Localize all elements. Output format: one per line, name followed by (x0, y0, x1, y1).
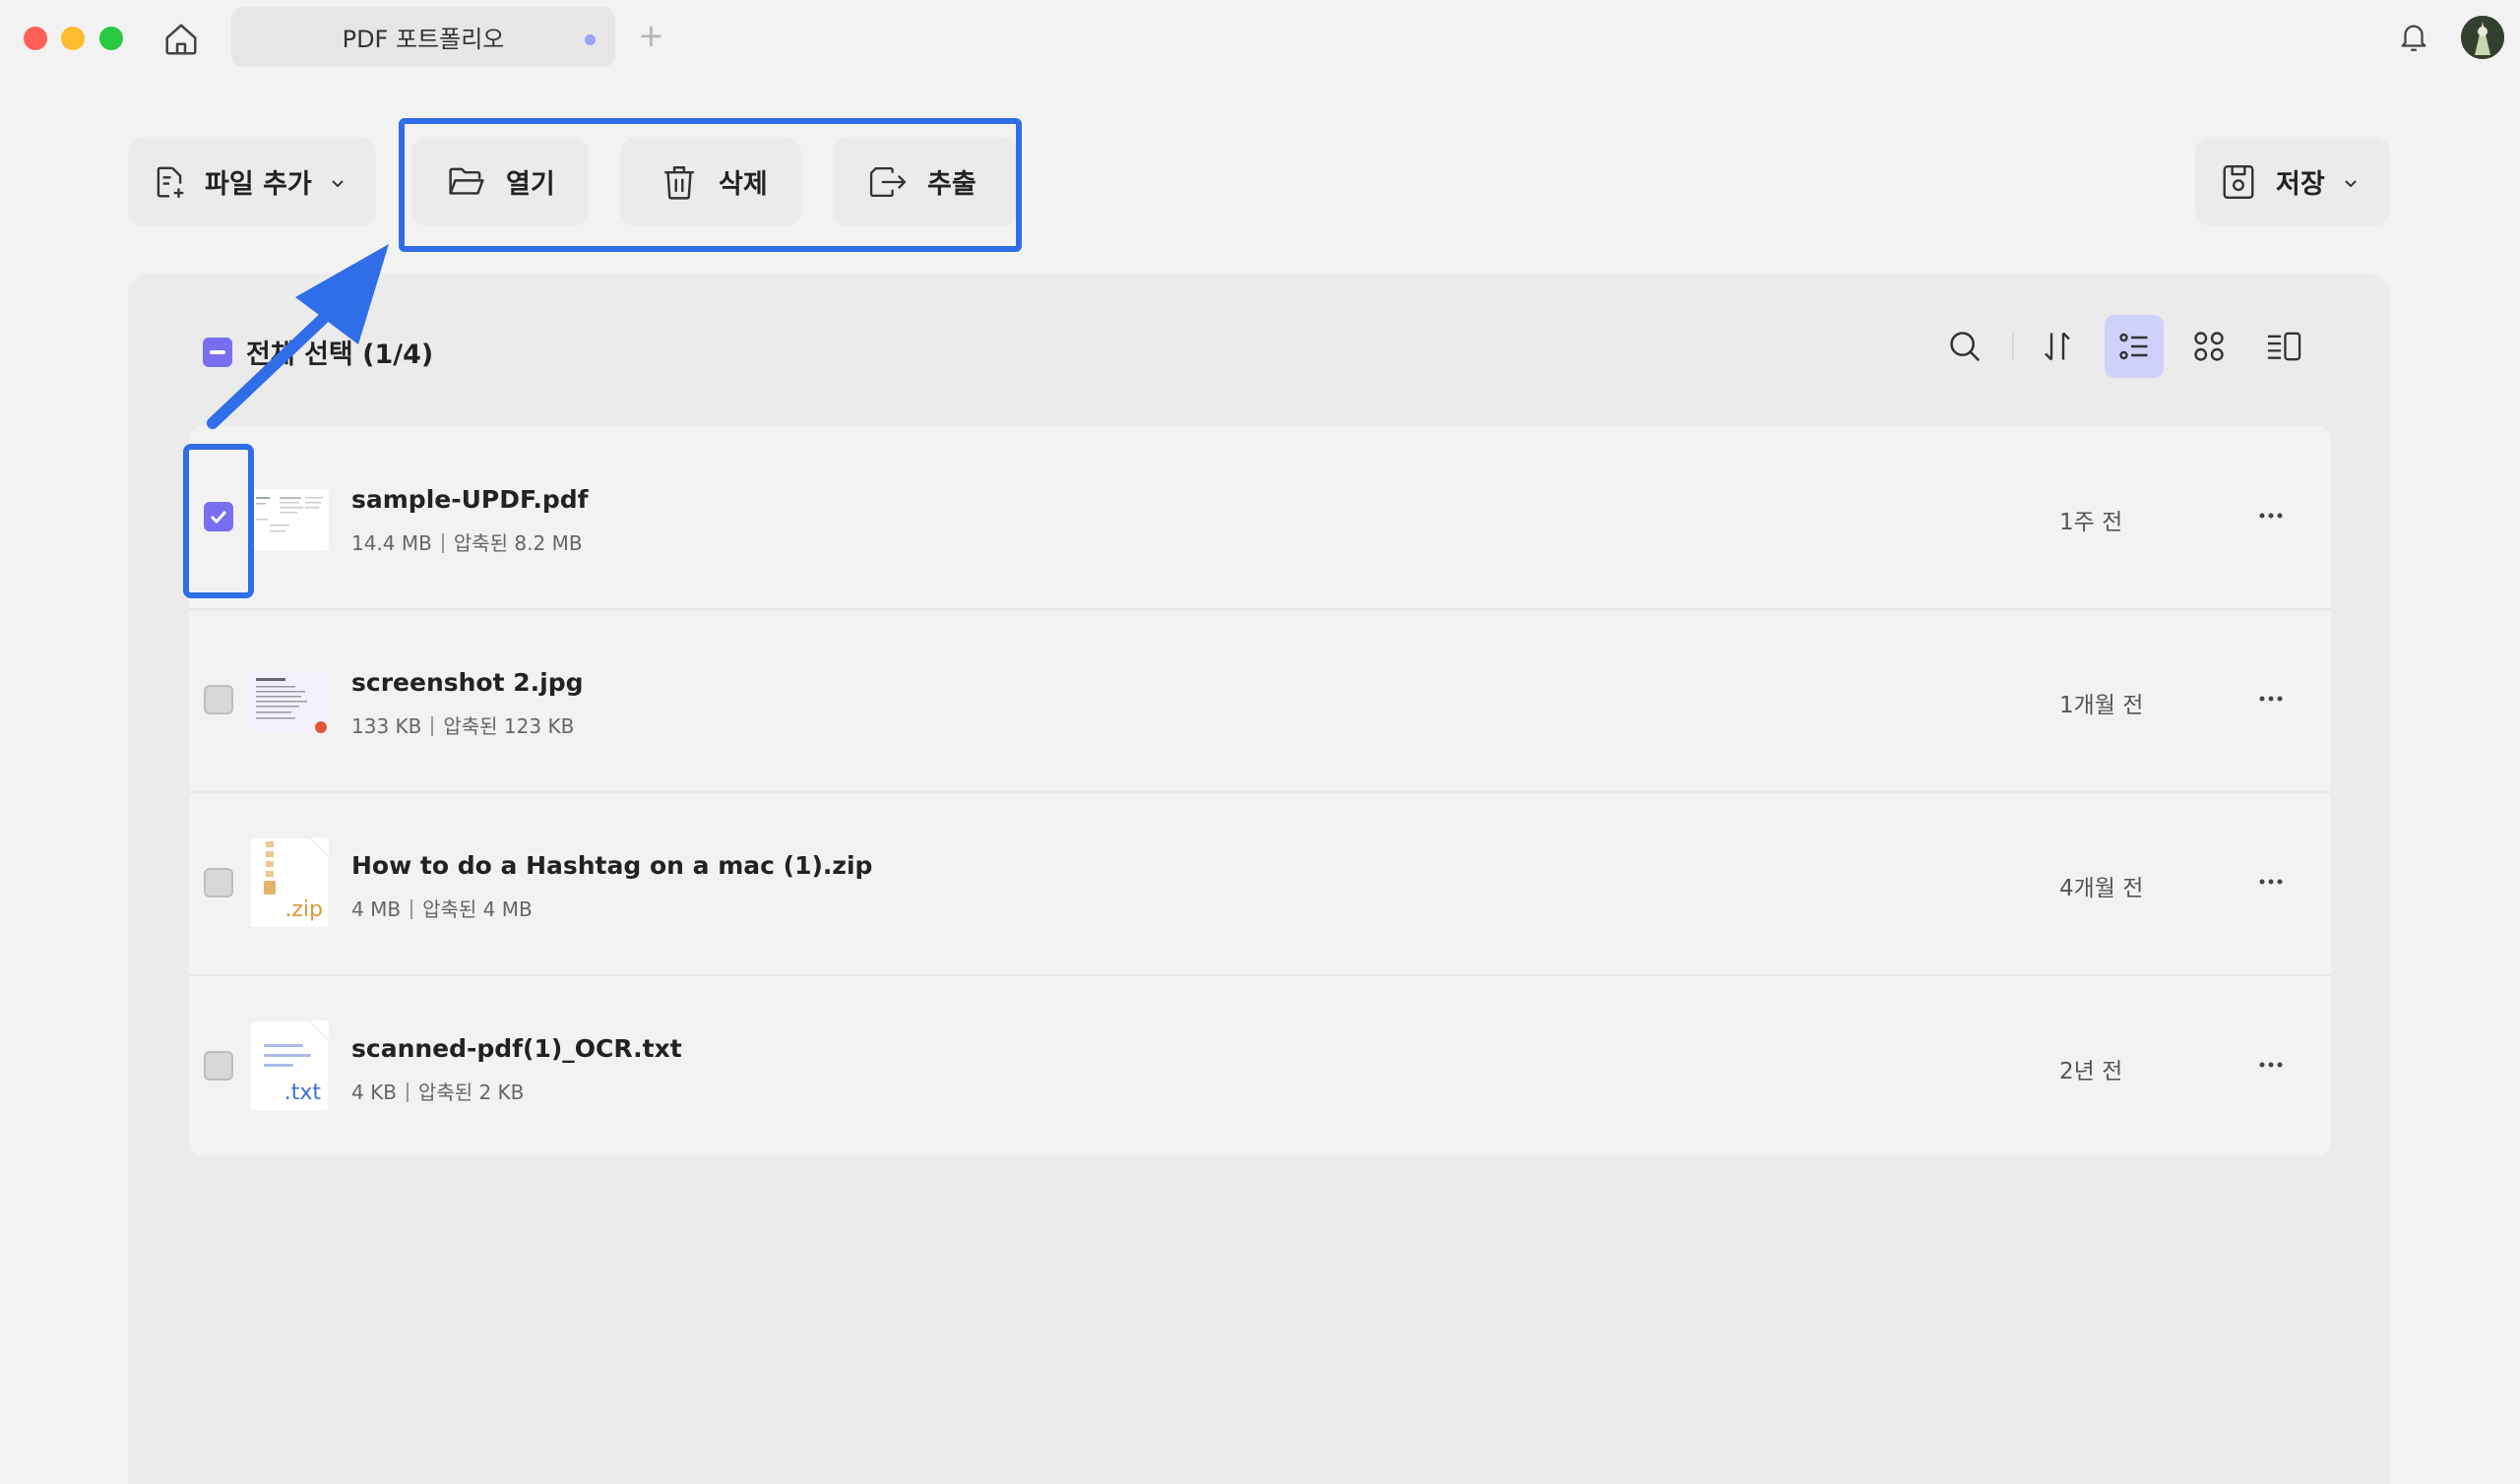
grid-view-icon[interactable] (2179, 315, 2238, 378)
list-view-icon[interactable] (2105, 315, 2164, 378)
minimize-window-button[interactable] (61, 27, 85, 50)
file-name: screenshot 2.jpg (351, 668, 584, 697)
file-size: 4 MB (351, 897, 402, 921)
close-window-button[interactable] (24, 27, 47, 50)
file-name: scanned-pdf(1)_OCR.txt (351, 1034, 682, 1063)
more-options-icon[interactable] (2246, 501, 2296, 530)
save-button[interactable]: 저장 (2195, 137, 2390, 226)
more-options-icon[interactable] (2246, 684, 2296, 713)
file-date: 1개월 전 (2059, 693, 2144, 718)
file-name: How to do a Hashtag on a mac (1).zip (351, 851, 873, 880)
txt-file-icon: .txt (250, 1020, 329, 1111)
more-options-icon[interactable] (2246, 1050, 2296, 1080)
file-checkbox[interactable] (204, 868, 233, 897)
save-icon (2219, 162, 2258, 202)
file-compressed-size: 압축된 2 KB (417, 1081, 525, 1104)
file-checkbox[interactable] (204, 685, 233, 714)
add-file-button[interactable]: 파일 추가 (128, 137, 376, 226)
zoom-window-button[interactable] (99, 27, 123, 50)
details-panel-icon[interactable] (2254, 315, 2313, 378)
avatar[interactable] (2461, 16, 2504, 59)
toolbar-highlight-annotation (399, 118, 1022, 252)
divider (2012, 333, 2014, 360)
sort-icon[interactable] (2028, 315, 2087, 378)
list-item[interactable]: .txt scanned-pdf(1)_OCR.txt 4 KB 압축된 2 KB… (189, 975, 2331, 1157)
file-size: 133 KB (351, 714, 422, 738)
file-meta: 133 KB 압축된 123 KB (351, 711, 574, 739)
save-label: 저장 (2276, 169, 2325, 200)
file-list: sample-UPDF.pdf 14.4 MB 압축된 8.2 MB 1주 전 (189, 426, 2331, 1156)
file-date: 2년 전 (2059, 1059, 2123, 1084)
file-compressed-size: 압축된 8.2 MB (453, 531, 583, 555)
bell-icon[interactable] (2394, 18, 2433, 57)
more-options-icon[interactable] (2246, 867, 2296, 897)
search-icon[interactable] (1935, 315, 1994, 378)
file-compressed-size: 압축된 4 MB (422, 897, 533, 921)
list-item[interactable]: sample-UPDF.pdf 14.4 MB 압축된 8.2 MB 1주 전 (189, 426, 2331, 608)
file-meta: 14.4 MB 압축된 8.2 MB (351, 527, 583, 556)
new-tab-button[interactable]: + (638, 20, 664, 51)
zip-file-icon: .zip (250, 837, 329, 928)
file-name: sample-UPDF.pdf (351, 485, 589, 514)
file-compressed-size: 압축된 123 KB (443, 714, 575, 738)
file-thumbnail (250, 672, 329, 733)
list-item[interactable]: screenshot 2.jpg 133 KB 압축된 123 KB 1개월 전 (189, 609, 2331, 791)
file-meta: 4 KB 압축된 2 KB (351, 1077, 524, 1105)
list-item[interactable]: .zip How to do a Hashtag on a mac (1).zi… (189, 792, 2331, 974)
file-meta: 4 MB 압축된 4 MB (351, 894, 533, 922)
tab-unsaved-dot (585, 34, 596, 45)
checkbox-highlight-annotation (183, 444, 254, 598)
txt-extension-label: .txt (284, 1081, 321, 1105)
home-icon[interactable] (159, 18, 203, 61)
chevron-down-icon (330, 166, 346, 197)
arrow-annotation (207, 244, 389, 429)
chevron-down-icon (2343, 166, 2359, 197)
file-size: 4 KB (351, 1081, 397, 1104)
zip-extension-label: .zip (284, 897, 323, 922)
file-thumbnail (250, 489, 329, 550)
file-date: 4개월 전 (2059, 876, 2144, 901)
file-checkbox[interactable] (204, 1051, 233, 1081)
file-size: 14.4 MB (351, 531, 432, 555)
tab-pdf-portfolio[interactable]: PDF 포트폴리오 (231, 7, 615, 67)
add-file-icon (150, 162, 189, 202)
title-bar: PDF 포트폴리오 + (0, 0, 2520, 75)
file-date: 1주 전 (2059, 510, 2123, 535)
add-file-label: 파일 추가 (205, 169, 312, 200)
tab-title: PDF 포트폴리오 (342, 26, 505, 53)
